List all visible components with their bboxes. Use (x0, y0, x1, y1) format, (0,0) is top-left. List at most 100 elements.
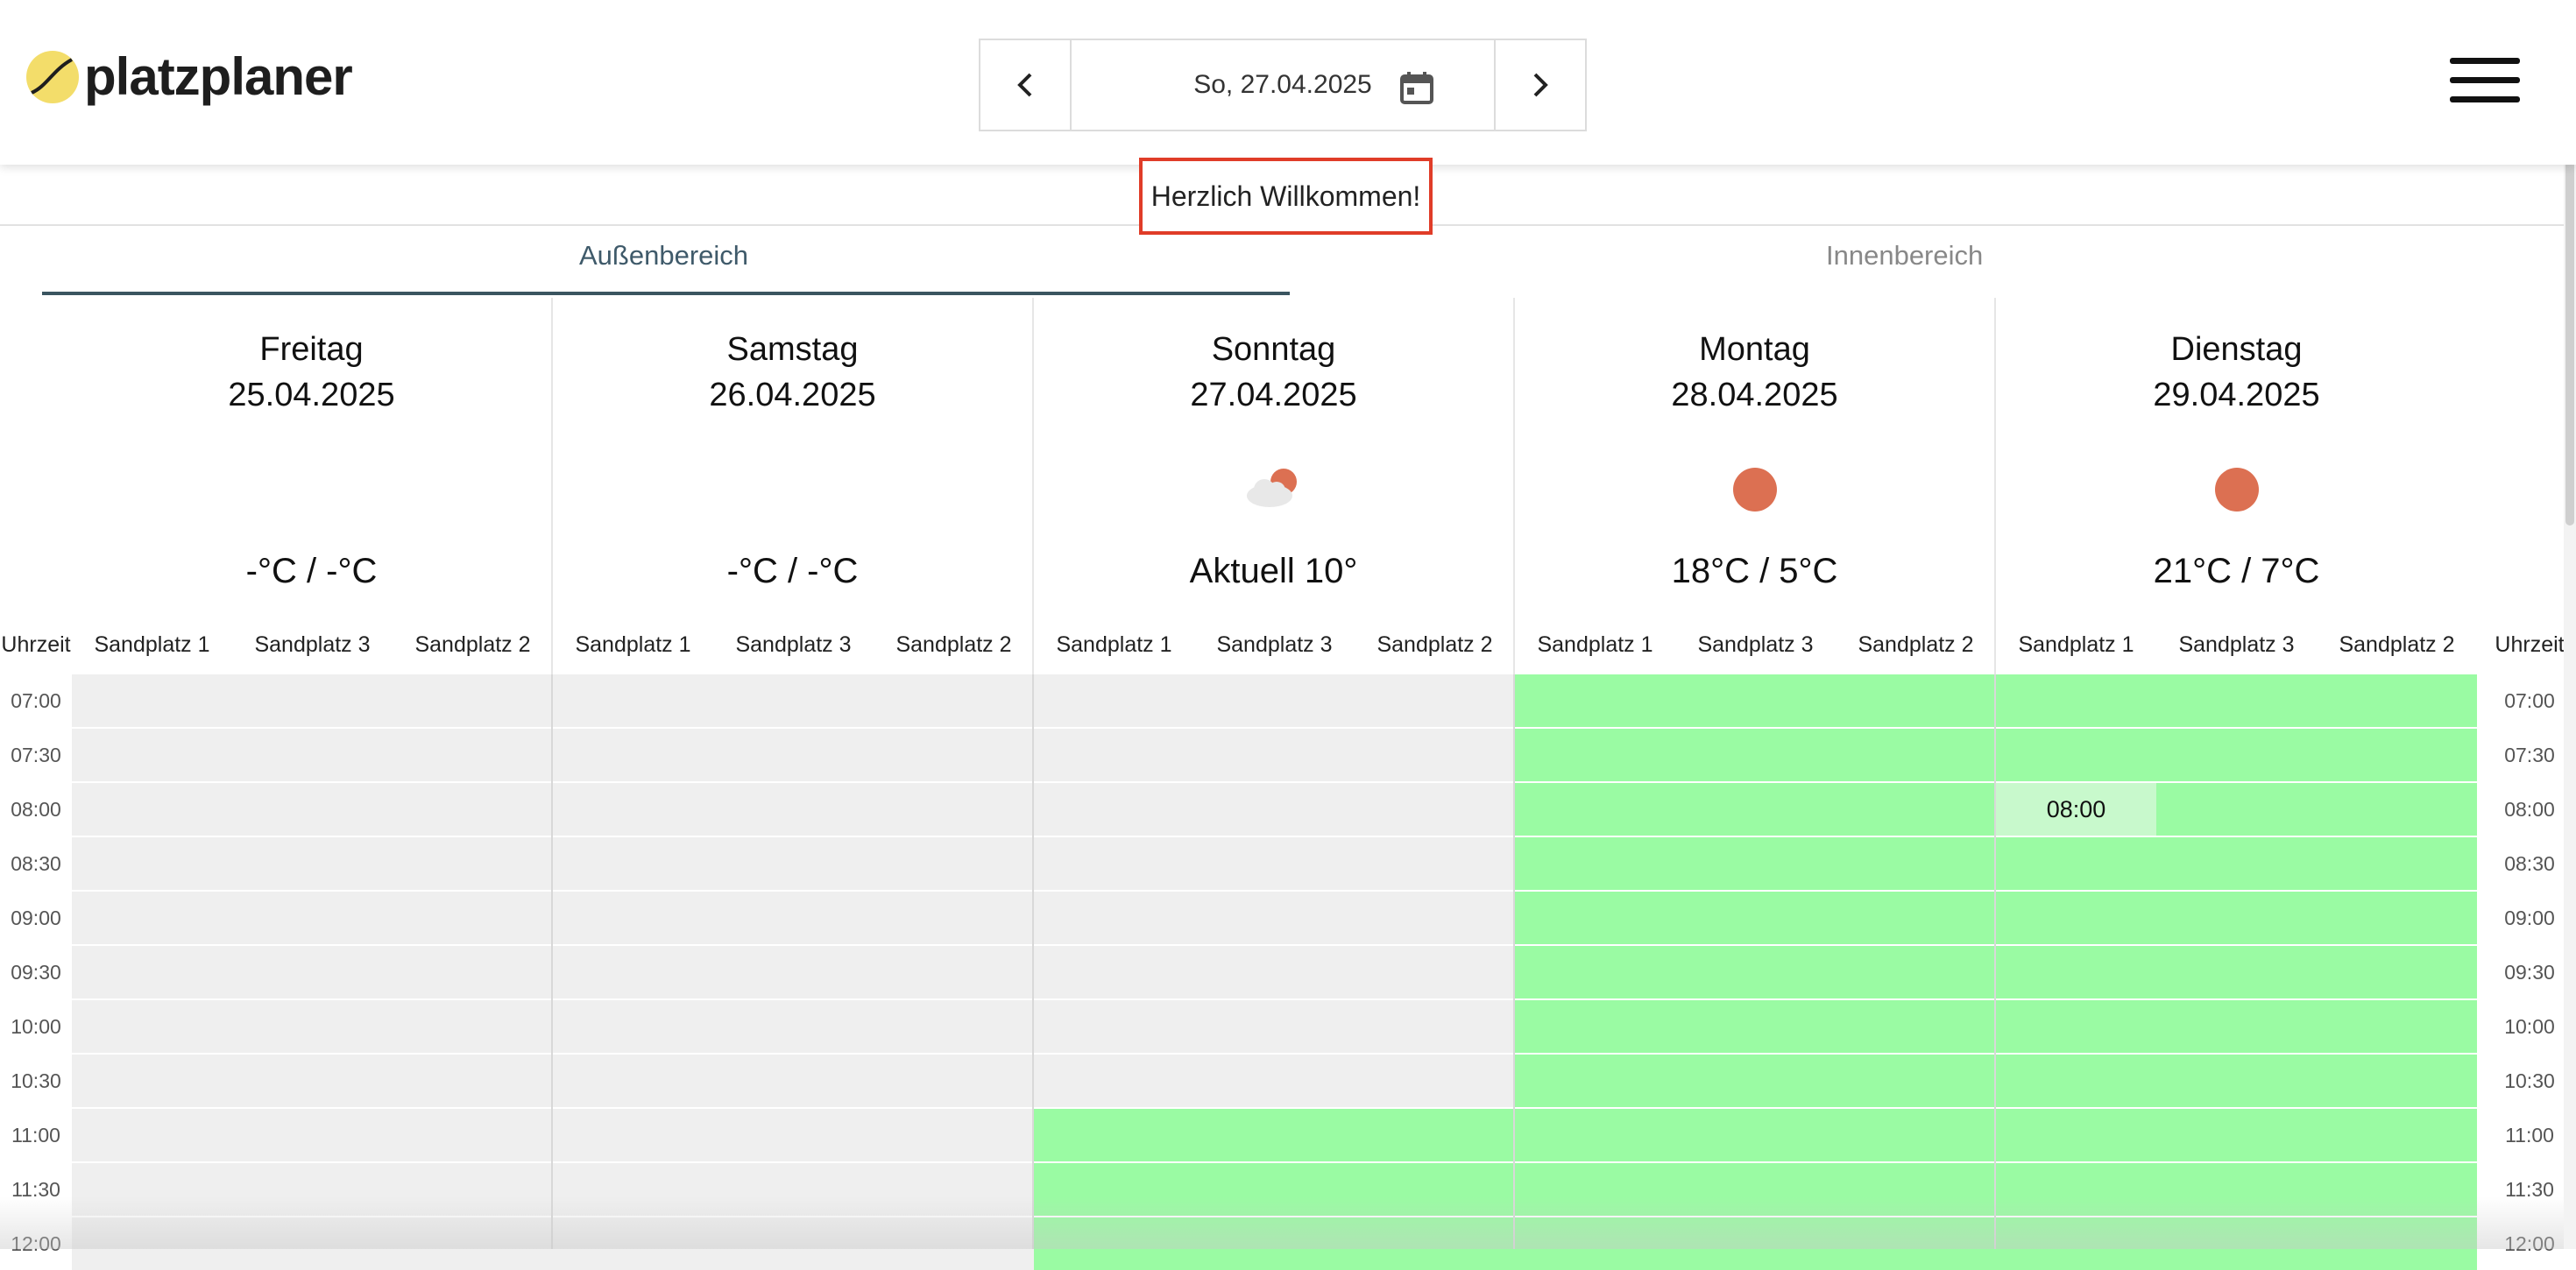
slot-available[interactable] (1996, 946, 2156, 998)
hamburger-menu-icon[interactable] (2450, 58, 2520, 103)
day-temperature: Aktuell 10° (1189, 552, 1358, 590)
slot-available[interactable] (2156, 946, 2317, 998)
slot-unavailable (874, 1163, 1034, 1216)
slot-available[interactable] (1836, 1217, 1996, 1270)
slot-available[interactable] (1836, 729, 1996, 781)
slot-available[interactable] (1836, 1000, 1996, 1053)
slot-available[interactable] (2317, 892, 2477, 944)
slot-available[interactable] (2317, 1109, 2477, 1161)
slot-unavailable (232, 1217, 393, 1270)
slot-available[interactable] (2317, 1000, 2477, 1053)
slot-available[interactable] (1515, 1055, 1675, 1107)
slot-available[interactable] (1515, 837, 1675, 890)
slot-available[interactable] (1675, 1055, 1836, 1107)
slot-available[interactable] (1675, 946, 1836, 998)
slot-available[interactable] (1836, 674, 1996, 727)
slot-available[interactable] (1996, 1163, 2156, 1216)
slot-available[interactable] (1836, 1055, 1996, 1107)
slot-available[interactable] (1996, 837, 2156, 890)
slot-available[interactable] (1996, 1217, 2156, 1270)
slot-available[interactable] (1836, 892, 1996, 944)
date-picker[interactable]: So, 27.04.2025 (1072, 40, 1494, 130)
slot-available[interactable] (1515, 892, 1675, 944)
slot-available[interactable] (1675, 1217, 1836, 1270)
tab-innenbereich[interactable]: Innenbereich (1826, 240, 1983, 272)
slot-available[interactable] (2317, 729, 2477, 781)
time-label: 09:30 (11, 961, 61, 984)
slot-available[interactable] (1675, 729, 1836, 781)
next-day-button[interactable] (1494, 40, 1585, 130)
current-date: So, 27.04.2025 (1193, 70, 1372, 99)
slot-available[interactable] (1034, 1217, 1194, 1270)
slot-available[interactable] (1675, 783, 1836, 836)
slot-unavailable (393, 674, 553, 727)
slot-available[interactable] (2156, 729, 2317, 781)
tab-aussenbereich[interactable]: Außenbereich (579, 240, 748, 272)
slot-available[interactable] (2156, 837, 2317, 890)
slot-available[interactable] (1355, 1109, 1515, 1161)
slot-available[interactable] (1194, 1109, 1355, 1161)
slot-available[interactable] (1675, 674, 1836, 727)
court-header: Sandplatz 1 (1056, 632, 1172, 657)
day-name: Freitag (259, 331, 364, 368)
slot-available[interactable] (2156, 1217, 2317, 1270)
slot-available[interactable] (1034, 1109, 1194, 1161)
logo[interactable]: platzplaner (26, 51, 353, 103)
slot-available[interactable] (1675, 892, 1836, 944)
slot-available[interactable] (1515, 729, 1675, 781)
slot-available[interactable] (2156, 1055, 2317, 1107)
slot-available[interactable] (1996, 1000, 2156, 1053)
slot-unavailable (232, 1163, 393, 1216)
slot-available[interactable] (1836, 1163, 1996, 1216)
slot-available[interactable] (1996, 1055, 2156, 1107)
slot-available[interactable] (1836, 946, 1996, 998)
slot-available[interactable] (1515, 1217, 1675, 1270)
slot-available[interactable] (1194, 1217, 1355, 1270)
slot-available[interactable] (1836, 1109, 1996, 1161)
slot-available[interactable] (1194, 1163, 1355, 1216)
slot-available[interactable] (2156, 1109, 2317, 1161)
slot-available[interactable] (2156, 1163, 2317, 1216)
slot-available[interactable] (1355, 1163, 1515, 1216)
slot-available[interactable] (2156, 674, 2317, 727)
slot-available[interactable] (1515, 674, 1675, 727)
slot-available[interactable] (1515, 1000, 1675, 1053)
slot-available[interactable] (2317, 674, 2477, 727)
slot-available[interactable] (2156, 1000, 2317, 1053)
slot-unavailable (393, 1163, 553, 1216)
slot-unavailable (393, 1109, 553, 1161)
previous-day-button[interactable] (980, 40, 1072, 130)
slot-available[interactable] (1515, 946, 1675, 998)
slot-unavailable (1194, 946, 1355, 998)
slot-available[interactable] (1515, 1163, 1675, 1216)
slot-available[interactable] (1034, 1163, 1194, 1216)
slot-unavailable (72, 837, 232, 890)
slot-available[interactable] (1355, 1217, 1515, 1270)
slot-unavailable (232, 783, 393, 836)
slot-available[interactable] (2317, 783, 2477, 836)
slot-available[interactable] (1515, 1109, 1675, 1161)
chevron-left-icon (1017, 73, 1032, 97)
slot-available[interactable] (1515, 783, 1675, 836)
slot-available[interactable] (2317, 946, 2477, 998)
slot-available[interactable] (2156, 892, 2317, 944)
slot-available[interactable] (2317, 1163, 2477, 1216)
slot-hovered[interactable]: 08:00 (1996, 783, 2156, 836)
calendar-icon[interactable] (1399, 70, 1434, 105)
slot-available[interactable] (1675, 1163, 1836, 1216)
day-name: Montag (1699, 331, 1810, 368)
slot-available[interactable] (1675, 1000, 1836, 1053)
slot-available[interactable] (2317, 837, 2477, 890)
slot-available[interactable] (1836, 783, 1996, 836)
slot-available[interactable] (1996, 892, 2156, 944)
slot-available[interactable] (1996, 1109, 2156, 1161)
slot-available[interactable] (1675, 837, 1836, 890)
slot-available[interactable] (1836, 837, 1996, 890)
slot-available[interactable] (2317, 1217, 2477, 1270)
slot-available[interactable] (2156, 783, 2317, 836)
slot-unavailable (72, 1217, 232, 1270)
slot-available[interactable] (1996, 729, 2156, 781)
slot-available[interactable] (2317, 1055, 2477, 1107)
slot-available[interactable] (1996, 674, 2156, 727)
slot-available[interactable] (1675, 1109, 1836, 1161)
